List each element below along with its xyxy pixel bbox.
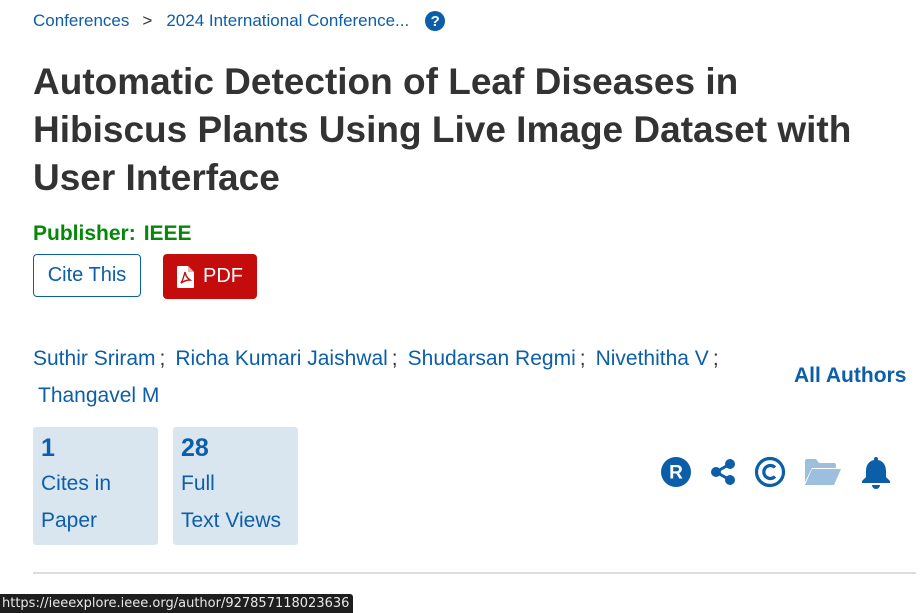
- cite-this-button[interactable]: Cite This: [33, 254, 141, 297]
- author-separator: ;: [159, 347, 166, 370]
- question-circle-icon[interactable]: ?: [425, 11, 446, 31]
- metric-full-text-views[interactable]: 28 Full Text Views: [173, 427, 298, 545]
- page-title: Automatic Detection of Leaf Diseases in …: [33, 61, 852, 198]
- metric-label: Full Text Views: [181, 472, 281, 532]
- breadcrumb-separator: >: [142, 11, 153, 30]
- section-divider: [33, 572, 916, 574]
- author-separator: ;: [391, 347, 398, 370]
- metric-cites-in-paper[interactable]: 1 Cites in Paper: [33, 427, 158, 545]
- pdf-button[interactable]: PDF: [163, 254, 257, 299]
- copyright-icon[interactable]: [754, 456, 786, 488]
- all-authors-button[interactable]: All Authors: [794, 364, 906, 388]
- author-separator: ;: [579, 347, 586, 370]
- author-link[interactable]: Richa Kumari Jaishwal: [175, 347, 387, 370]
- metric-label: Cites in Paper: [41, 472, 112, 532]
- breadcrumb-conferences[interactable]: Conferences: [33, 11, 129, 31]
- article-actions: R: [660, 454, 892, 490]
- publisher-label: Publisher:: [33, 222, 136, 245]
- status-bar-url: https://ieeexplore.ieee.org/author/92785…: [0, 594, 354, 613]
- author-link[interactable]: Shudarsan Regmi: [408, 347, 576, 370]
- pdf-file-icon: [177, 265, 194, 288]
- authors-list: Suthir Sriram; Richa Kumari Jaishwal; Shud…: [33, 340, 783, 414]
- publisher-value: IEEE: [143, 222, 192, 245]
- author-link[interactable]: Suthir Sriram: [33, 347, 156, 370]
- svg-text:R: R: [669, 463, 683, 484]
- folder-icon[interactable]: [804, 458, 842, 486]
- breadcrumb-conference-link[interactable]: 2024 International Conference...: [166, 11, 409, 31]
- share-icon[interactable]: [710, 458, 736, 486]
- breadcrumb: Conferences > 2024 International Confere…: [33, 10, 446, 32]
- bell-icon[interactable]: [860, 455, 892, 489]
- metric-value: 28: [181, 434, 209, 462]
- pdf-button-label: PDF: [203, 265, 243, 287]
- metric-value: 1: [41, 434, 55, 462]
- author-link[interactable]: Thangavel M: [38, 377, 783, 414]
- author-link[interactable]: Nivethitha V: [596, 347, 709, 370]
- rights-r-icon[interactable]: R: [660, 456, 692, 488]
- publisher-info: Publisher: IEEE: [33, 222, 192, 246]
- author-separator: ;: [712, 347, 719, 370]
